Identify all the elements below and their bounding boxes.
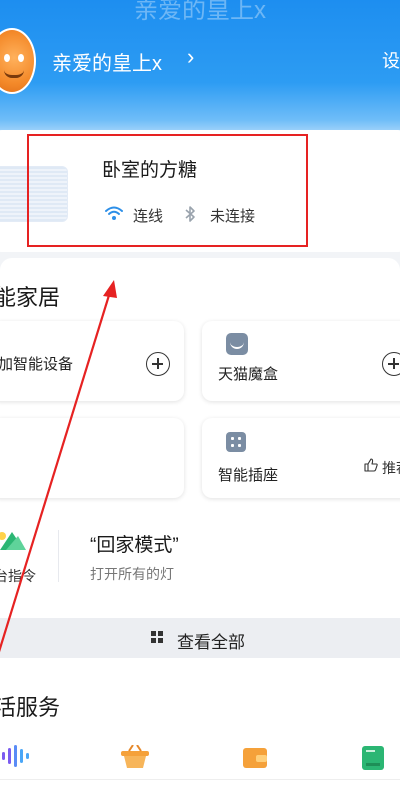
plus-circle-icon[interactable] [382, 352, 400, 376]
speaker-device-image [0, 166, 68, 222]
smart-home-section: 能家居 加智能设备 天猫魔盒 智能插座 推荐 台指令 “回家模式” 打开所有的灯 [0, 258, 400, 618]
scene-subtitle: 打开所有的灯 [90, 566, 174, 582]
music-wave-icon[interactable] [0, 745, 30, 767]
chevron-right-icon[interactable]: › [187, 44, 194, 70]
section-title: 能家居 [0, 285, 61, 310]
bluetooth-icon [185, 206, 195, 222]
tmall-box-tile[interactable]: 天猫魔盒 [202, 321, 400, 401]
user-avatar[interactable] [0, 28, 36, 94]
plus-circle-icon[interactable] [146, 352, 170, 376]
tile-label: 加智能设备 [0, 356, 74, 373]
user-name[interactable]: 亲爱的皇上x [52, 47, 162, 76]
basket-icon[interactable] [120, 745, 150, 769]
divider [58, 530, 59, 582]
device-name: 卧室的方糖 [102, 160, 198, 181]
device-tile[interactable] [0, 418, 184, 498]
scene-home-icon [0, 532, 26, 550]
view-all-label: 查看全部 [177, 633, 245, 652]
faded-title: 亲爱的皇上x [134, 0, 266, 24]
avatar-mouth [4, 70, 24, 78]
bluetooth-status: 未连接 [210, 208, 256, 225]
wallet-icon[interactable] [242, 745, 268, 769]
tile-label: 智能插座 [218, 467, 279, 484]
bottom-bar [0, 779, 400, 788]
avatar-eye-right [18, 54, 24, 62]
section-title: 活服务 [0, 695, 61, 720]
view-all-button[interactable]: 查看全部 [0, 618, 400, 658]
thumbs-up-icon [364, 458, 378, 472]
life-services-section: 活服务 [0, 658, 400, 788]
socket-icon [226, 432, 246, 452]
grid-icon [151, 631, 164, 644]
settings-link[interactable]: 设 [382, 47, 400, 73]
wifi-status: 连线 [133, 208, 164, 225]
header: 亲爱的皇上x 亲爱的皇上x › 设 [0, 0, 400, 150]
smart-socket-tile[interactable]: 智能插座 推荐 [202, 418, 400, 498]
avatar-eye-left [4, 54, 10, 62]
scene-command-label: 台指令 [0, 568, 36, 584]
tv-box-icon [226, 333, 248, 355]
add-device-tile[interactable]: 加智能设备 [0, 321, 184, 401]
device-card[interactable]: 卧室的方糖 连线 未连接 [0, 130, 400, 252]
scene-title[interactable]: “回家模式” [90, 530, 179, 557]
tile-label: 天猫魔盒 [218, 366, 279, 383]
wifi-icon [105, 206, 123, 220]
book-icon[interactable] [361, 745, 385, 771]
recommend-label[interactable]: 推荐 [382, 458, 400, 478]
